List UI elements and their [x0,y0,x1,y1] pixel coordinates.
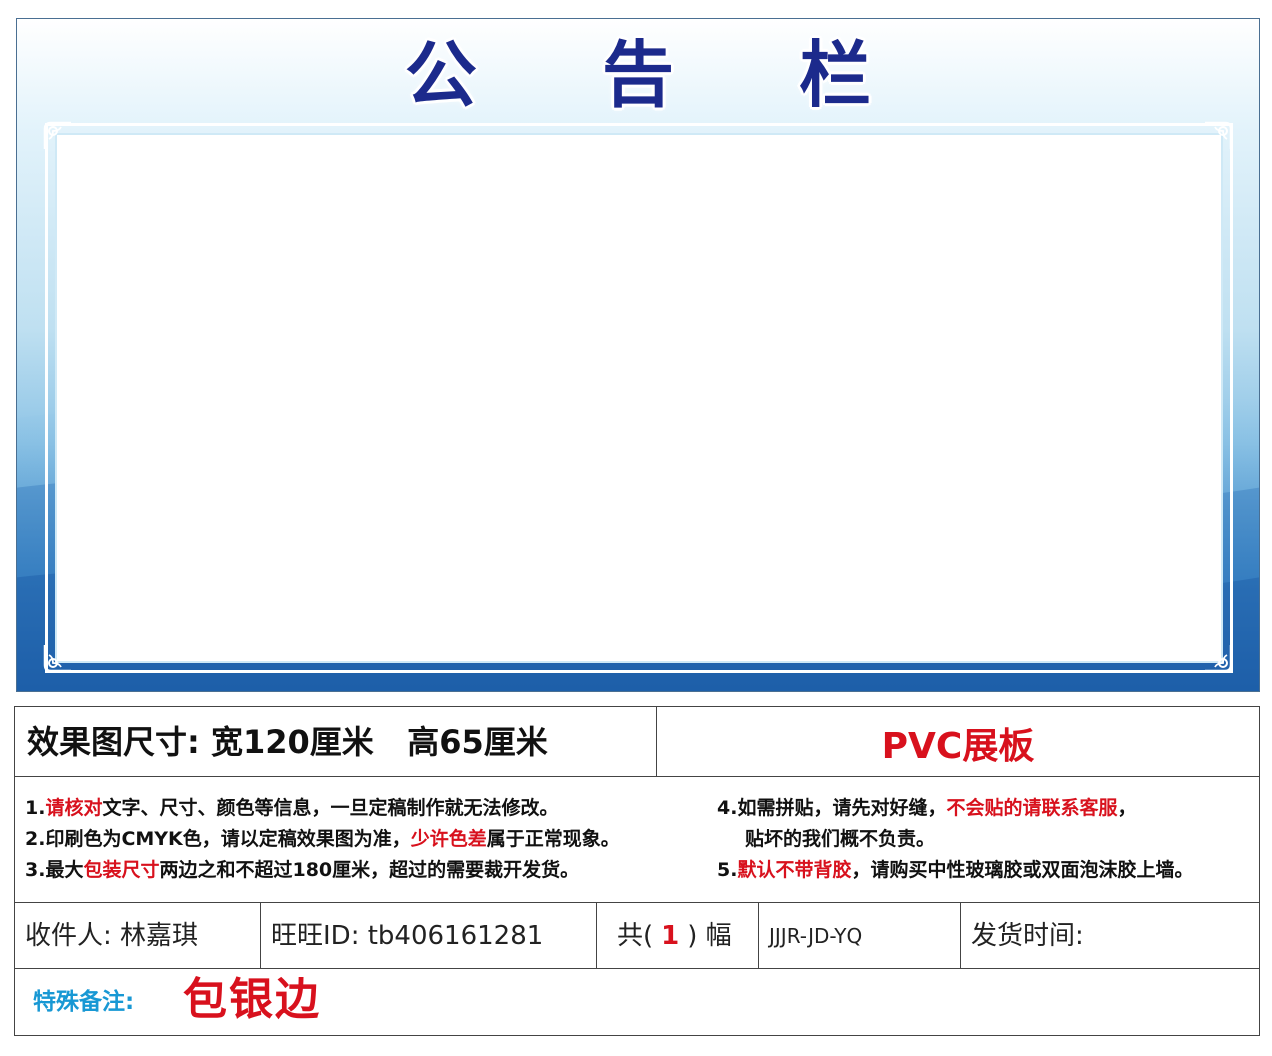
note-item: 3.最大包装尺寸两边之和不超过180厘米，超过的需要裁开发货。 [25,859,580,881]
remark-value: 包银边 [183,974,321,1025]
size-cell: 效果图尺寸: 宽120厘米 高65厘米 [15,707,657,776]
spec-row: 效果图尺寸: 宽120厘米 高65厘米 PVC展板 [15,707,1259,777]
note-item: 贴坏的我们概不负责。 [745,828,936,850]
note-item: 4.如需拼贴，请先对好缝，不会贴的请联系客服， [717,797,1137,819]
corner-ornament-icon [41,119,75,153]
remark-row: 特殊备注: 包银边 [15,969,1259,1035]
corner-ornament-icon [41,641,75,675]
material-label: PVC展板 [881,726,1035,767]
order-row: 收件人: 林嘉琪 旺旺ID: tb406161281 共(1) 幅 JJJR-J… [15,903,1259,969]
board-title: 公 告 栏 [404,33,922,117]
quantity-suffix: ) 幅 [687,921,732,951]
ship-time-cell: 发货时间: [971,921,1084,951]
size-height: 高65厘米 [407,723,548,761]
notes-left: 1.请核对文字、尺寸、颜色等信息，一旦定稿制作就无法修改。 2.印刷色为CMYK… [25,793,620,886]
corner-ornament-icon [1201,119,1235,153]
size-label: 效果图尺寸: [27,723,200,761]
notes-right: 4.如需拼贴，请先对好缝，不会贴的请联系客服， 贴坏的我们概不负责。 5.默认不… [717,793,1193,886]
corner-ornament-icon [1201,641,1235,675]
note-item: 2.印刷色为CMYK色，请以定稿效果图为准，少许色差属于正常现象。 [25,828,620,850]
remark-label: 特殊备注: [33,989,135,1015]
note-item: 1.请核对文字、尺寸、颜色等信息，一旦定稿制作就无法修改。 [25,797,559,819]
product-code-cell: JJJR-JD-YQ [759,903,961,968]
notice-content-area [55,133,1223,663]
quantity-prefix: 共( [617,921,654,951]
quantity-cell: 共(1) 幅 [597,903,759,968]
wangwang-id-cell: 旺旺ID: tb406161281 [261,903,597,968]
size-width: 宽120厘米 [210,723,374,761]
note-item: 5.默认不带背胶，请购买中性玻璃胶或双面泡沫胶上墙。 [717,859,1194,881]
notes-row: 1.请核对文字、尺寸、颜色等信息，一旦定稿制作就无法修改。 2.印刷色为CMYK… [15,777,1259,903]
board-preview: 公 告 栏 [16,18,1260,692]
quantity-value: 1 [661,921,680,951]
order-info-table: 效果图尺寸: 宽120厘米 高65厘米 PVC展板 1.请核对文字、尺寸、颜色等… [14,706,1260,1036]
recipient-cell: 收件人: 林嘉琪 [15,903,261,968]
